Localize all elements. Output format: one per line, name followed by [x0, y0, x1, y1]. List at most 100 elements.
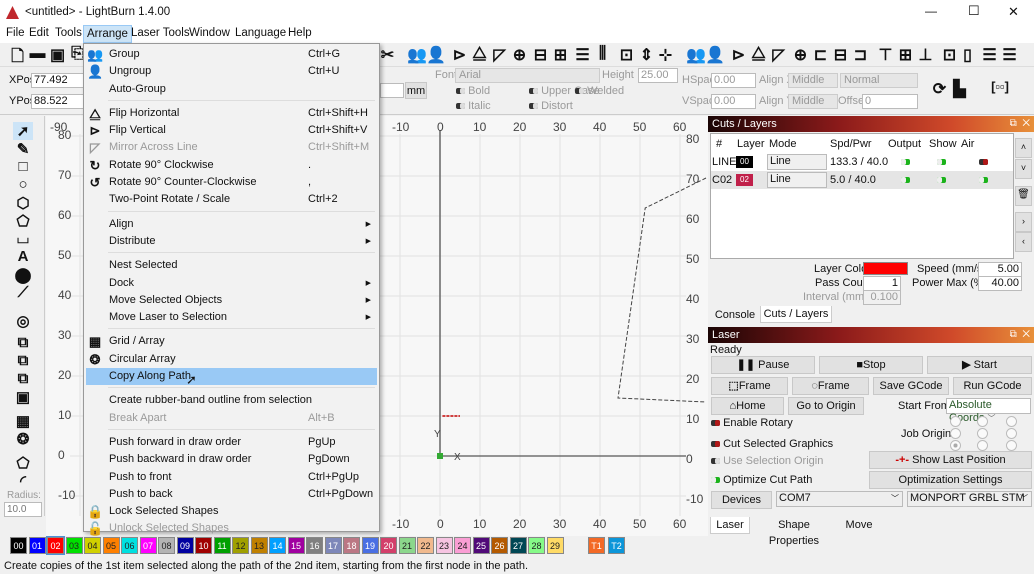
run-gcode-button[interactable]: Run GCode [953, 377, 1032, 395]
palette-swatch-09[interactable]: 09 [176, 537, 194, 554]
vspace-input[interactable]: 0.00 [711, 94, 756, 109]
align-x-select[interactable]: Middle [788, 73, 838, 88]
ungroup-icon-2[interactable]: 👤 [705, 45, 725, 65]
draw-lines-icon[interactable]: ⬠ [13, 212, 33, 230]
pass-count-input[interactable]: 1 [863, 276, 901, 291]
cuts-table-row[interactable]: LINE 00 Line 133.3 / 40.0 [711, 153, 1013, 171]
palette-swatch-27[interactable]: 27 [509, 537, 527, 554]
palette-swatch-25[interactable]: 25 [472, 537, 490, 554]
minimize-button[interactable]: — [925, 4, 937, 18]
tab-laser[interactable]: Laser [710, 517, 750, 534]
bold-toggle[interactable]: Bold [456, 85, 490, 97]
tabs-icon[interactable]: ⌴ [13, 230, 33, 247]
speed-input[interactable]: 5.00 [978, 262, 1022, 277]
group-icon-2[interactable]: 👥 [686, 45, 706, 65]
print-cut-icon[interactable]: ▙ [950, 79, 969, 99]
job-origin-radio[interactable] [950, 416, 961, 427]
palette-swatch-04[interactable]: 04 [84, 537, 101, 554]
height-mm-input[interactable] [380, 83, 404, 98]
menu-language[interactable]: Language [235, 27, 286, 39]
menu-item-circular-array[interactable]: ❂ Circular Array [84, 351, 379, 368]
position-laser-icon[interactable]: ⬤ [13, 266, 33, 284]
job-origin-radio[interactable] [977, 440, 988, 451]
delete-layer-button[interactable]: 🗑 [1015, 186, 1032, 206]
select-tool-icon[interactable]: ➚ [13, 122, 33, 140]
distribute-space-h-icon[interactable]: ☰ [980, 45, 999, 65]
frame-rect-button[interactable]: ⬚Frame [711, 377, 788, 395]
mirror-icon-2[interactable]: ◸ [769, 45, 788, 65]
open-folder-icon[interactable]: ▬ [28, 45, 47, 63]
layer-up-button[interactable]: ˄ [1015, 138, 1032, 158]
flip-vertical-icon-2[interactable]: ⊳ [729, 45, 748, 65]
palette-swatch-19[interactable]: 19 [361, 537, 379, 554]
use-selection-origin-toggle[interactable]: Use Selection Origin [711, 455, 823, 467]
menu-item-ungroup[interactable]: 👤 Ungroup Ctrl+U [84, 63, 379, 80]
menu-item-copy-along-path[interactable]: Copy Along Path ➚ [86, 368, 377, 387]
save-gcode-button[interactable]: Save GCode [873, 377, 949, 395]
menu-item-auto-group[interactable]: Auto-Group [84, 81, 379, 98]
boolean-union-icon[interactable]: ⧉ [13, 352, 33, 369]
measure-icon[interactable]: ⟋ [13, 284, 33, 301]
align-vcenter-icon[interactable]: ⊞ [896, 45, 915, 65]
font-select[interactable]: Arial [455, 68, 600, 83]
palette-swatch-11[interactable]: 11 [213, 537, 231, 554]
port-select[interactable]: COM7 ﹀ [776, 491, 903, 507]
menu-item-push-forward-in-draw-order[interactable]: Push forward in draw order PgUp [84, 434, 379, 451]
flip-horizontal-icon-2[interactable]: ⧋ [749, 45, 768, 63]
close-button[interactable]: ✕ [1008, 4, 1019, 20]
palette-swatch-16[interactable]: 16 [306, 537, 323, 554]
center-icon[interactable]: ⊕ [510, 45, 529, 65]
palette-swatch-02[interactable]: 02 [46, 536, 65, 555]
palette-swatch-29[interactable]: 29 [546, 537, 564, 554]
flip-horizontal-icon[interactable]: ⧋ [470, 45, 489, 63]
palette-swatch-12[interactable]: 12 [232, 537, 249, 554]
palette-swatch-00[interactable]: 00 [10, 537, 27, 554]
menu-help[interactable]: Help [288, 27, 312, 39]
hspace-input[interactable]: 0.00 [711, 73, 756, 88]
job-origin-radio[interactable] [950, 428, 961, 439]
layer-show-toggle[interactable] [937, 159, 946, 165]
weld-icon[interactable]: [▫▫] [985, 79, 1015, 94]
palette-swatch-06[interactable]: 06 [121, 537, 138, 554]
stop-button[interactable]: ■Stop [819, 356, 923, 374]
job-origin-radio[interactable] [1006, 440, 1017, 451]
move-together-icon[interactable]: ⇕ [637, 45, 656, 65]
ypos-input[interactable]: 88.522 [31, 94, 85, 109]
float-close-icons[interactable]: ⧉ ✕ [1010, 116, 1030, 132]
tab-console[interactable]: Console [710, 307, 760, 324]
enable-rotary-toggle[interactable]: Enable Rotary [711, 417, 793, 429]
menu-item-break-apart[interactable]: Break Apart Alt+B [84, 410, 379, 427]
menu-window[interactable]: Window [189, 27, 230, 39]
palette-swatch-20[interactable]: 20 [380, 537, 397, 554]
size-icon[interactable]: ▯ [958, 45, 977, 65]
palette-swatch-21[interactable]: 21 [398, 537, 416, 554]
job-origin-radio-selected[interactable] [950, 440, 961, 451]
menu-item-two-point-rotate-scale[interactable]: Two-Point Rotate / Scale Ctrl+2 [84, 191, 379, 208]
job-origin-radio[interactable] [977, 416, 988, 427]
spacing-icon[interactable]: ⊹ [656, 45, 675, 65]
layer-output-toggle[interactable] [901, 159, 910, 165]
offset-input[interactable]: 0 [862, 94, 918, 109]
layer-output-toggle[interactable] [901, 177, 910, 183]
menu-item-move-selected-objects[interactable]: Move Selected Objects ▶ [84, 292, 379, 309]
palette-swatch-13[interactable]: 13 [250, 537, 268, 554]
palette-swatch-18[interactable]: 18 [343, 537, 360, 554]
align-middle-icon[interactable]: ⊞ [551, 45, 570, 65]
optimization-settings-button[interactable]: Optimization Settings [869, 471, 1032, 489]
menu-item-create-rubber-band-outline-from-selection[interactable]: Create rubber-band outline from selectio… [84, 392, 379, 409]
job-origin-radio[interactable] [1006, 416, 1017, 427]
palette-swatch-10[interactable]: 10 [195, 537, 212, 554]
layer-color-swatch[interactable] [863, 262, 908, 275]
palette-swatch-01[interactable]: 01 [28, 537, 46, 554]
text-mode-select[interactable]: Normal [840, 73, 918, 88]
palette-swatch-22[interactable]: 22 [417, 537, 434, 554]
menu-item-flip-horizontal[interactable]: ⧋ Flip Horizontal Ctrl+Shift+H [84, 105, 379, 122]
devices-button[interactable]: Devices [711, 491, 772, 509]
palette-swatch-14[interactable]: 14 [269, 537, 286, 554]
align-center-icon[interactable]: ⊟ [531, 45, 550, 65]
boolean-subtract-icon[interactable]: ⧉ [13, 370, 33, 387]
layer-down-button[interactable]: ˅ [1015, 159, 1032, 179]
boolean-intersect-icon[interactable]: ▣ [13, 388, 33, 406]
start-button[interactable]: ▶ Start [927, 356, 1032, 374]
tab-cuts-layers[interactable]: Cuts / Layers [760, 306, 832, 323]
